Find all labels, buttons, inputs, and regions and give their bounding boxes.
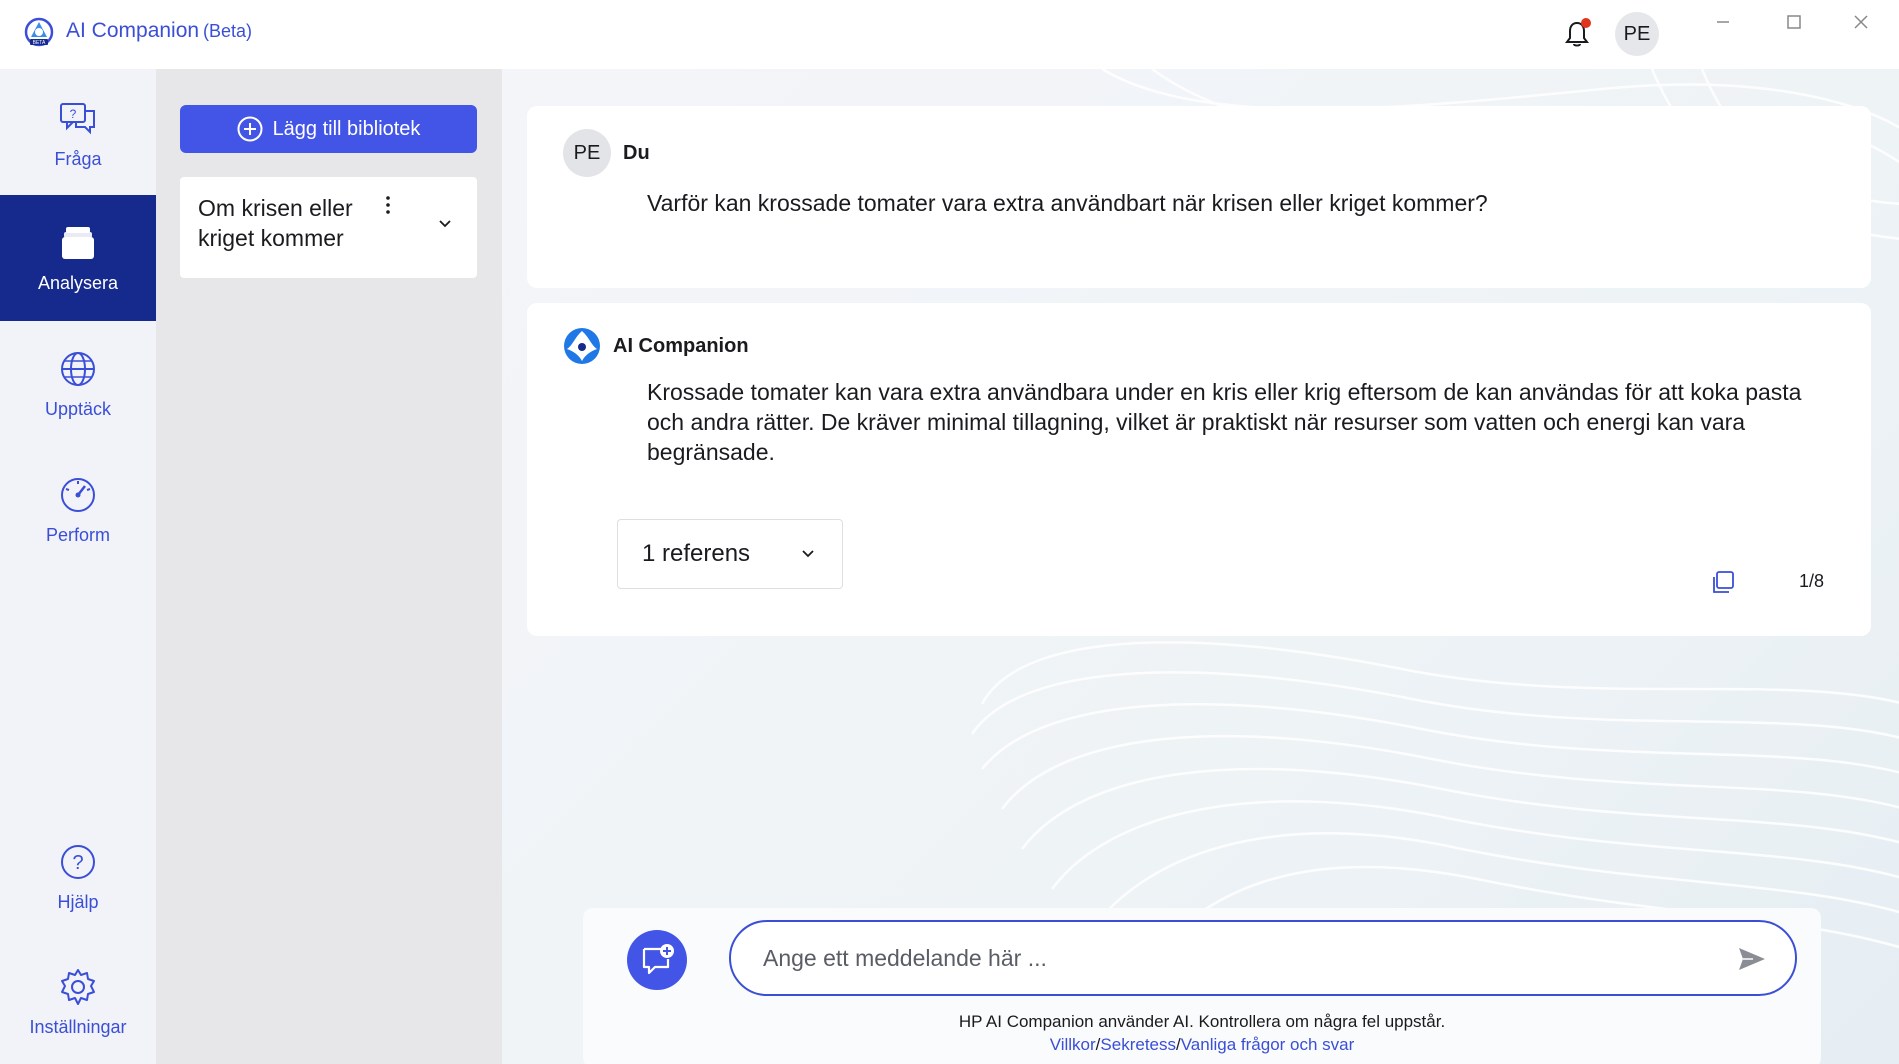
settings-icon [61,968,95,1005]
app-logo-icon: BETA [24,17,54,47]
minimize-icon [1717,21,1729,23]
chat-question-icon: ? [60,102,95,134]
nav-label-fraga: Fråga [54,148,102,169]
app-title: AI Companion [66,19,200,42]
nav-label-upptack: Upptäck [44,398,112,419]
ai-disclaimer: HP AI Companion använder AI. Kontrollera… [958,1012,1446,1031]
add-circle-icon [237,116,263,142]
response-page-counter: 1/8 [1799,571,1825,591]
nav-item-fraga[interactable]: ? Fråga [0,71,156,197]
close-window-button[interactable] [1838,8,1884,36]
add-library-button[interactable]: Lägg till bibliotek [180,105,477,153]
globe-icon [61,351,95,386]
nav-item-hjalp[interactable]: ? Hjälp [0,814,156,940]
terms-link[interactable]: Villkor [1050,1035,1096,1054]
nav-item-analysera[interactable]: Analysera [0,195,156,321]
nav-item-installningar[interactable]: Inställningar [0,939,156,1064]
svg-text:?: ? [70,107,77,121]
footer-links: Villkor/Sekretess/Vanliga frågor och sva… [583,1035,1821,1055]
library-panel: Lägg till bibliotek Om krisen eller krig… [156,69,502,1064]
maximize-icon [1787,15,1801,29]
documents-icon [62,226,94,259]
ai-companion-logo-icon [564,328,600,364]
nav-label-installningar: Inställningar [29,1016,127,1037]
gauge-icon [61,477,95,512]
ai-message-card: AI Companion Krossade tomater kan vara e… [527,303,1871,636]
maximize-button[interactable] [1771,8,1817,36]
send-icon[interactable] [1737,946,1767,972]
user-avatar: PE [563,129,611,177]
logo-badge-text: BETA [33,40,46,46]
user-avatar-button[interactable]: PE [1615,12,1659,56]
references-dropdown[interactable]: 1 referens [617,519,843,589]
faq-link[interactable]: Vanliga frågor och svar [1181,1035,1355,1054]
nav-label-perform: Perform [45,524,110,545]
user-name: Du [623,142,650,164]
help-icon: ? [61,844,95,879]
privacy-link[interactable]: Sekretess [1100,1035,1176,1054]
close-icon [1854,15,1868,29]
nav-label-hjalp: Hjälp [57,891,99,912]
chevron-down-icon [802,550,814,558]
references-label: 1 referens [642,540,751,567]
new-chat-button[interactable] [627,930,687,990]
message-input[interactable] [763,940,1713,976]
message-input-wrapper [729,920,1797,996]
notification-dot [1581,18,1591,28]
left-navigation: ? Fråga Analysera Upptäck Perform ? Hjäl… [0,69,156,1064]
new-chat-icon [642,944,674,975]
more-vertical-icon[interactable] [378,193,398,217]
app-beta-label: (Beta) [203,21,253,41]
svg-text:?: ? [72,852,83,874]
ai-message-text: Krossade tomater kan vara extra användba… [647,379,1802,465]
nav-label-analysera: Analysera [37,272,119,293]
minimize-button[interactable] [1700,8,1746,36]
chevron-down-icon[interactable] [434,213,456,235]
title-bar: BETA AI Companion (Beta) PE [0,0,1899,69]
copy-icon[interactable] [1710,569,1736,595]
chat-area: PE Du Varför kan krossade tomater vara e… [502,69,1899,1064]
library-item[interactable]: Om krisen eller kriget kommer [180,177,477,278]
ai-name: AI Companion [613,335,749,357]
add-library-label: Lägg till bibliotek [272,117,421,140]
library-item-title: Om krisen eller kriget kommer [198,195,353,251]
user-message-text: Varför kan krossade tomater vara extra a… [647,190,1488,216]
nav-item-upptack[interactable]: Upptäck [0,321,156,447]
user-message-card: PE Du Varför kan krossade tomater vara e… [527,106,1871,288]
message-composer: HP AI Companion använder AI. Kontrollera… [583,908,1821,1064]
nav-item-perform[interactable]: Perform [0,447,156,573]
